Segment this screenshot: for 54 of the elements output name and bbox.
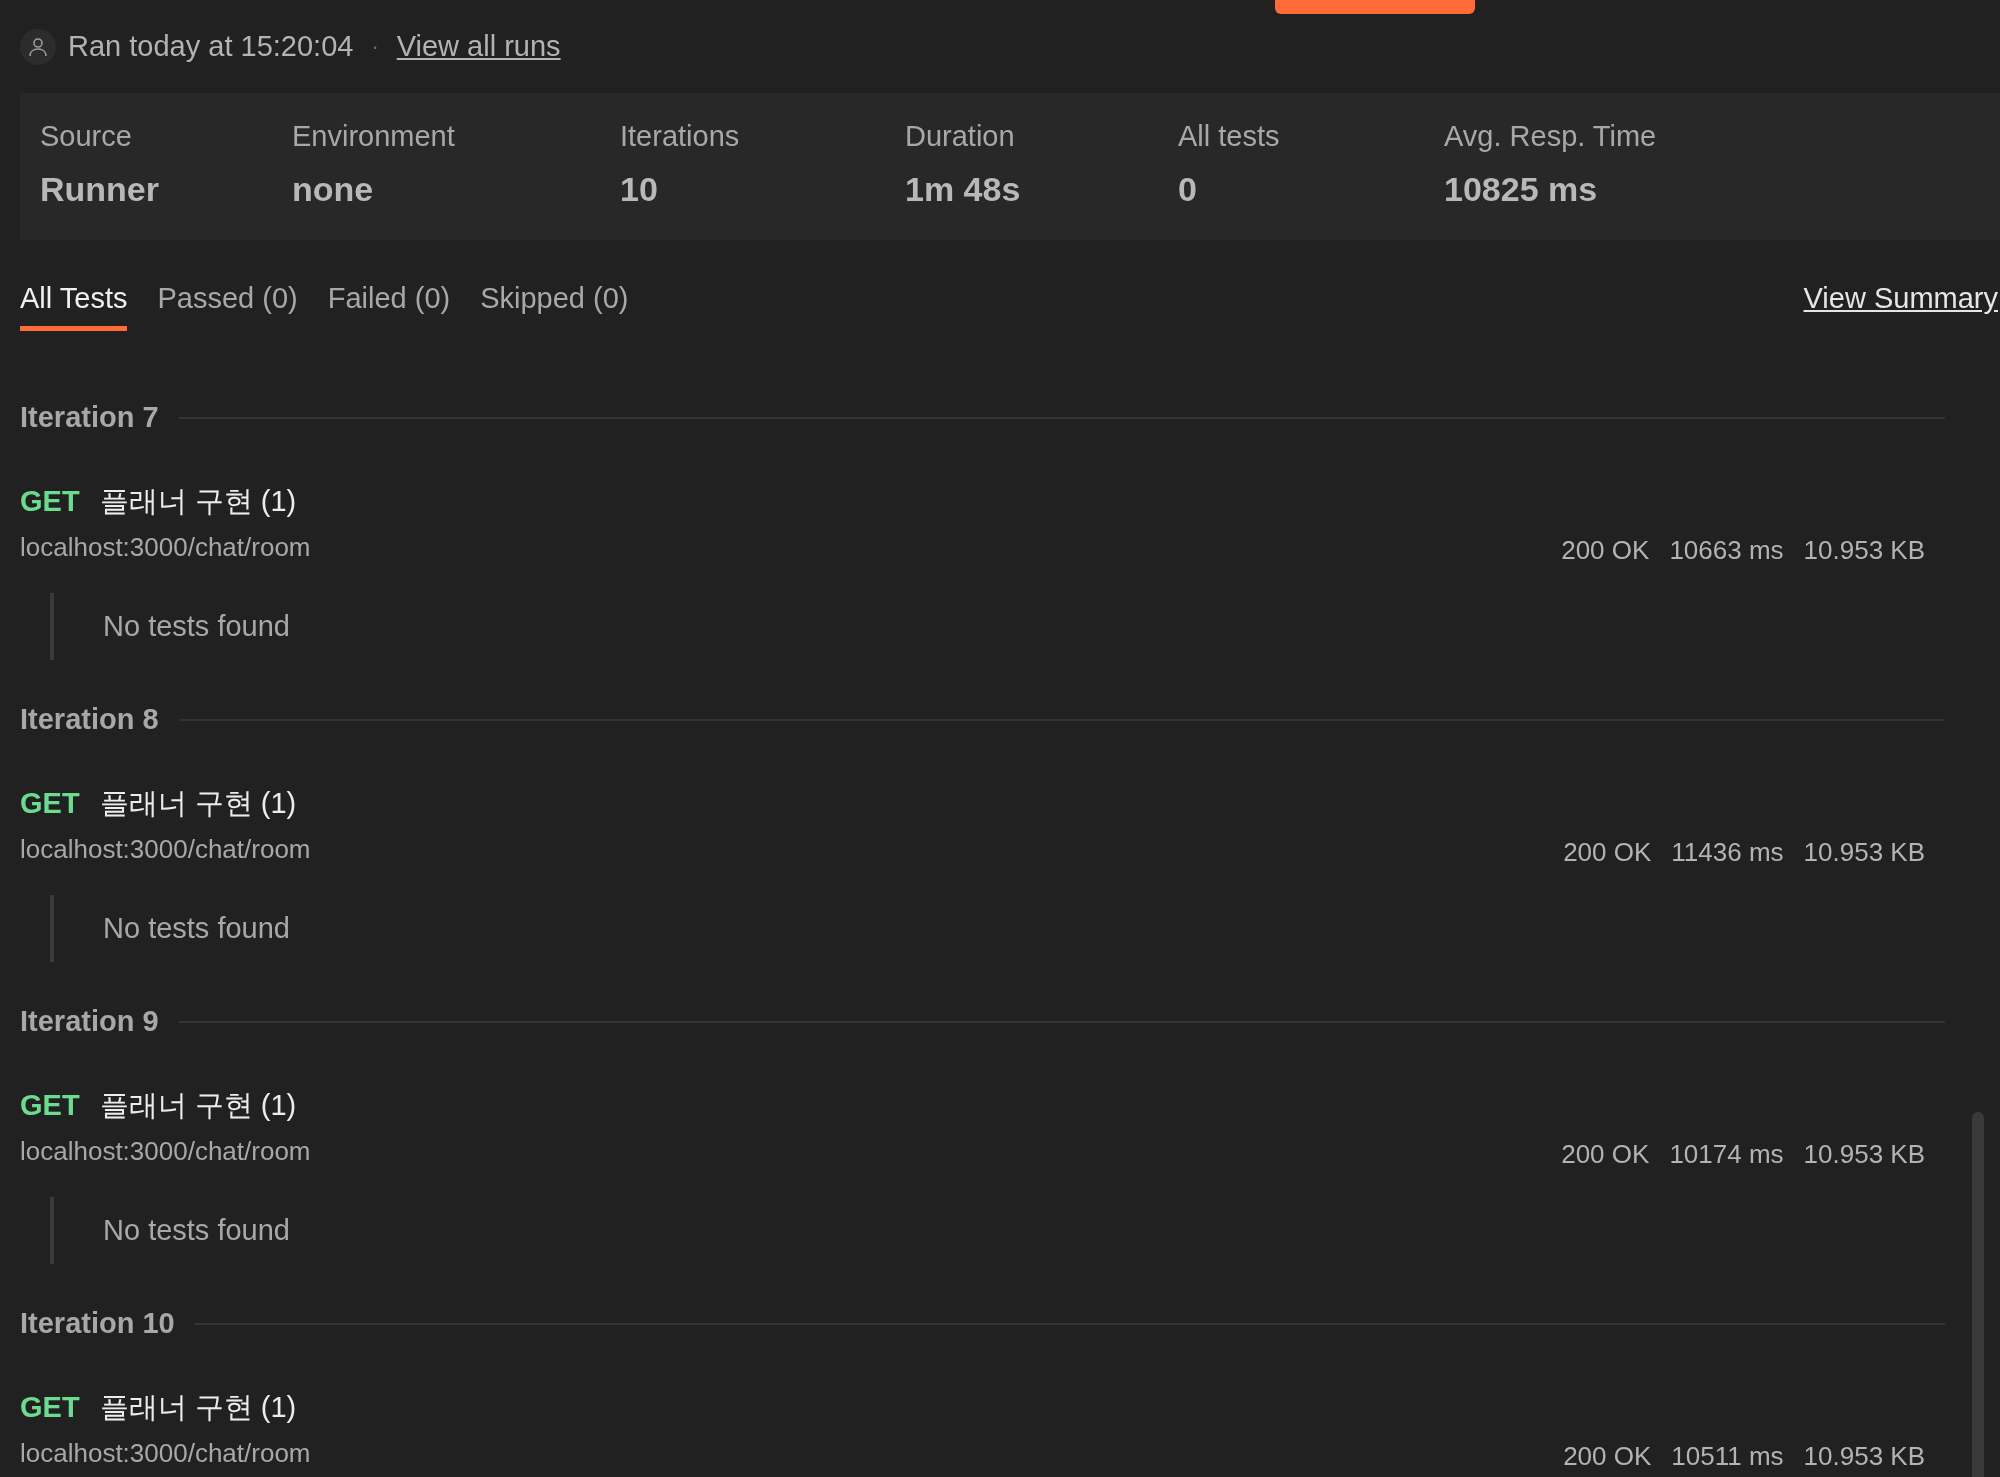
no-tests-message: No tests found (103, 910, 290, 946)
view-all-runs-link[interactable]: View all runs (396, 24, 561, 69)
tab[interactable]: Passed (0) (157, 276, 298, 331)
request-url: localhost:3000/chat/room (20, 531, 311, 564)
tab[interactable]: All Tests (20, 276, 128, 331)
response-size: 10.953 KB (1803, 1440, 1925, 1473)
stat-value: Runner (40, 169, 160, 210)
separator-dot: · (370, 33, 380, 61)
no-tests-message: No tests found (103, 1212, 290, 1248)
stat-label: All tests (1178, 119, 1281, 154)
stat-value: 10 (620, 169, 659, 210)
iteration-title: Iteration 8 (20, 702, 159, 738)
request-url: localhost:3000/chat/room (20, 833, 311, 866)
response-time: 11436 ms (1671, 836, 1784, 869)
view-summary-link[interactable]: View Summary (1803, 276, 1998, 320)
no-tests-message: No tests found (103, 608, 290, 644)
stat-value: none (292, 169, 375, 210)
request-method: GET (20, 1390, 80, 1426)
response-time: 10174 ms (1669, 1138, 1784, 1171)
action-button[interactable] (1275, 0, 1475, 14)
stat-value: 1m 48s (905, 169, 1022, 210)
stat-label: Source (40, 119, 133, 154)
request-method: GET (20, 484, 80, 520)
request-name: 플래너 구현 (1) (99, 1390, 297, 1426)
request-method: GET (20, 1088, 80, 1124)
response-status: 200 OK (1563, 836, 1652, 869)
tab[interactable]: Skipped (0) (480, 276, 629, 331)
stat-label: Environment (292, 119, 456, 154)
response-size: 10.953 KB (1803, 836, 1925, 869)
iteration-title: Iteration 7 (20, 400, 159, 436)
run-time-text: Ran today at 15:20:04 (68, 28, 354, 64)
request-url: localhost:3000/chat/room (20, 1135, 311, 1168)
stat-value: 10825 ms (1444, 169, 1599, 210)
request-name: 플래너 구현 (1) (99, 1088, 297, 1124)
request-name: 플래너 구현 (1) (99, 484, 297, 520)
user-avatar-icon (20, 28, 56, 65)
response-status: 200 OK (1561, 1138, 1650, 1171)
iteration-title: Iteration 10 (20, 1306, 175, 1342)
request-name: 플래너 구현 (1) (99, 786, 297, 822)
stat-label: Duration (905, 119, 1016, 154)
request-method: GET (20, 786, 80, 822)
response-time: 10663 ms (1669, 534, 1784, 567)
request-url: localhost:3000/chat/room (20, 1437, 311, 1470)
response-status: 200 OK (1563, 1440, 1652, 1473)
stat-label: Avg. Resp. Time (1444, 119, 1658, 154)
response-size: 10.953 KB (1803, 1138, 1925, 1171)
stat-value: 0 (1178, 169, 1198, 210)
response-status: 200 OK (1561, 534, 1650, 567)
response-time: 10511 ms (1671, 1440, 1784, 1473)
tab[interactable]: Failed (0) (327, 276, 451, 331)
iteration-title: Iteration 9 (20, 1004, 159, 1040)
scrollbar-thumb[interactable] (1972, 1112, 1984, 1477)
stat-label: Iterations (620, 119, 741, 154)
response-size: 10.953 KB (1803, 534, 1925, 567)
